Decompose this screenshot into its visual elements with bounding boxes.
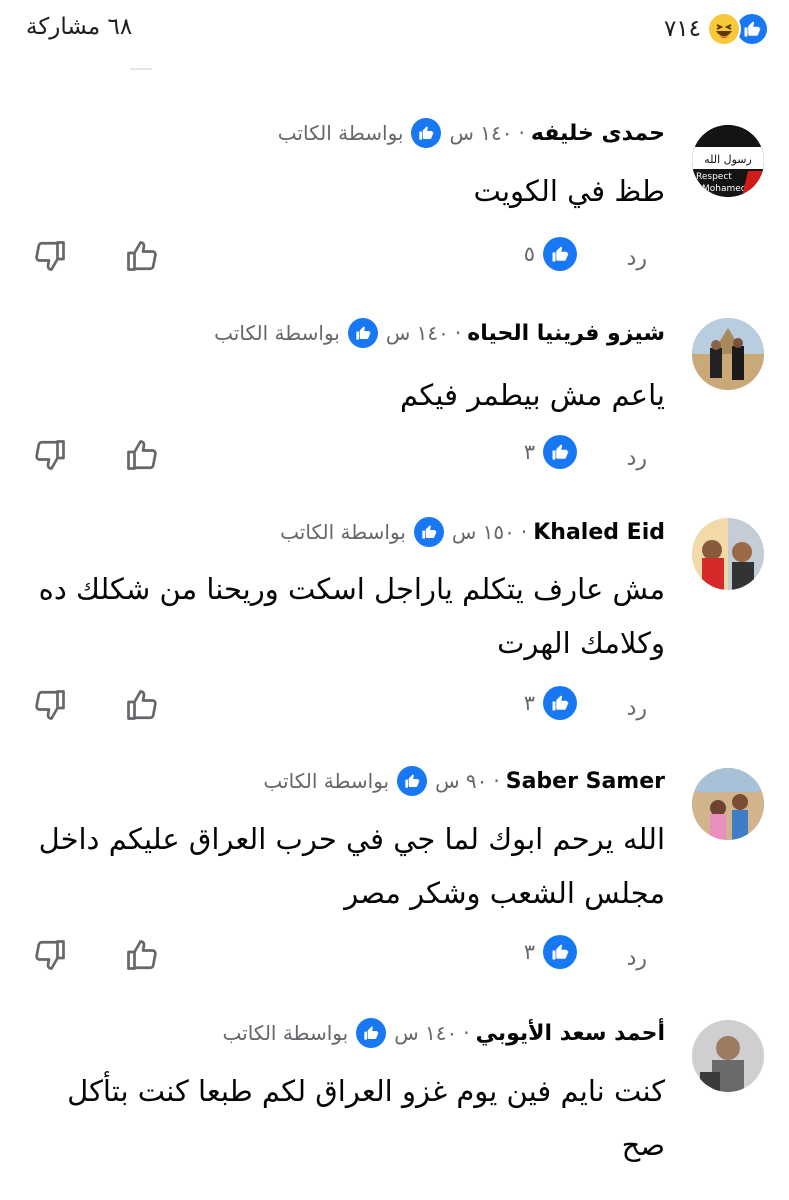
thumbs-up-icon[interactable] — [124, 238, 160, 274]
haha-icon — [707, 12, 741, 46]
avatar-text: رسول الله — [704, 153, 752, 166]
divider — [130, 68, 152, 70]
like-icon — [543, 237, 577, 271]
separator: · — [493, 769, 500, 793]
author-name[interactable]: Khaled Eid — [533, 520, 665, 545]
comment-header: Khaled Eid · ١٥٠ س بواسطة الكاتب — [280, 517, 665, 547]
comment-text: مش عارف يتكلم ياراجل اسكت وريحنا من شكلك… — [38, 572, 665, 660]
avatar[interactable] — [692, 518, 764, 590]
reply-button[interactable]: رد — [627, 696, 647, 721]
like-icon — [543, 935, 577, 969]
like-count: ٣ — [523, 691, 535, 715]
thumbs-up-icon[interactable] — [124, 687, 160, 723]
comment-text: الله يرحم ابوك لما جي في حرب العراق عليك… — [38, 822, 665, 910]
avatar-text: Respect — [696, 172, 732, 182]
thumbs-down-icon[interactable] — [32, 437, 68, 473]
author-badge-icon — [356, 1018, 387, 1048]
comment-header: شيزو فرينيا الحياه · ١٤٠ س بواسطة الكاتب — [214, 318, 665, 348]
reactions-summary[interactable]: ٧١٤ — [664, 12, 769, 46]
author-name[interactable]: شيزو فرينيا الحياه — [467, 321, 665, 346]
by-author-label: بواسطة الكاتب — [277, 121, 404, 145]
author-badge-icon — [413, 517, 444, 547]
timestamp[interactable]: ١٤٠ س — [394, 1021, 457, 1045]
comment-header: أحمد سعد الأيوبي · ١٤٠ س بواسطة الكاتب — [222, 1018, 665, 1048]
avatar[interactable]: رسول الله Respect Mohamed — [692, 125, 764, 197]
separator: · — [520, 520, 528, 544]
avatar[interactable] — [692, 768, 764, 840]
by-author-label: بواسطة الكاتب — [214, 321, 340, 345]
like-count: ٥ — [523, 242, 535, 266]
avatar[interactable] — [692, 318, 764, 390]
comment-text: كنت نايم فين يوم غزو العراق لكم طبعا كنت… — [67, 1074, 665, 1162]
reaction-count[interactable]: ٧١٤ — [664, 16, 701, 42]
reply-button[interactable]: رد — [627, 946, 647, 971]
comment-likes[interactable]: ٥ — [524, 237, 577, 271]
author-badge-icon — [397, 766, 428, 796]
comment-likes[interactable]: ٣ — [524, 435, 577, 469]
comment-header: حمدى خليفه · ١٤٠ س بواسطة الكاتب — [278, 118, 665, 148]
separator: · — [518, 121, 525, 145]
by-author-label: بواسطة الكاتب — [280, 520, 406, 544]
author-name[interactable]: Saber Samer — [506, 769, 665, 794]
comment-header: Saber Samer · ٩٠ س بواسطة الكاتب — [263, 766, 665, 796]
like-icon — [543, 686, 577, 720]
author-name[interactable]: حمدى خليفه — [531, 121, 665, 146]
comment-likes[interactable]: ٣ — [524, 686, 577, 720]
by-author-label: بواسطة الكاتب — [222, 1021, 349, 1045]
timestamp[interactable]: ١٤٠ س — [386, 321, 449, 345]
thumbs-up-icon[interactable] — [124, 937, 160, 973]
shares-count[interactable]: ٦٨ مشاركة — [26, 14, 132, 40]
like-count: ٣ — [523, 440, 535, 464]
author-name[interactable]: أحمد سعد الأيوبي — [476, 1021, 665, 1046]
thumbs-down-icon[interactable] — [32, 238, 68, 274]
thumbs-down-icon[interactable] — [32, 687, 68, 723]
separator: · — [454, 321, 462, 345]
avatar[interactable] — [692, 1020, 764, 1092]
thumbs-down-icon[interactable] — [32, 937, 68, 973]
like-icon — [543, 435, 577, 469]
reply-button[interactable]: رد — [627, 246, 647, 271]
thumbs-up-icon[interactable] — [124, 437, 160, 473]
comment-text: ياعم مش بيطمر فيكم — [400, 378, 665, 412]
avatar-text: Mohamed — [702, 184, 747, 194]
by-author-label: بواسطة الكاتب — [263, 769, 390, 793]
reply-button[interactable]: رد — [627, 446, 647, 471]
timestamp[interactable]: ١٤٠ س — [449, 121, 512, 145]
separator: · — [463, 1021, 470, 1045]
comment-text: طظ في الكويت — [473, 174, 665, 208]
author-badge-icon — [411, 118, 442, 148]
comment-likes[interactable]: ٣ — [524, 935, 577, 969]
like-count: ٣ — [523, 940, 535, 964]
timestamp[interactable]: ٩٠ س — [435, 769, 487, 793]
reactions-bar: ٦٨ مشاركة ٧١٤ — [0, 0, 789, 70]
timestamp[interactable]: ١٥٠ س — [452, 520, 515, 544]
author-badge-icon — [347, 318, 378, 348]
